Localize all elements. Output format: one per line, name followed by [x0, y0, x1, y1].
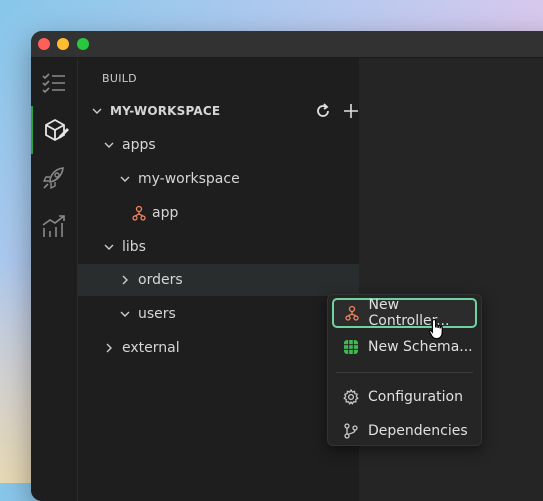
- tree-item-label: app: [152, 205, 179, 221]
- tree-item-my-workspace[interactable]: my-workspace: [78, 163, 398, 195]
- menu-separator: [336, 372, 473, 373]
- workspace-header[interactable]: MY-WORKSPACE: [78, 95, 370, 127]
- controller-icon: [344, 304, 361, 322]
- context-menu: New Controller... New Schema... Configur…: [327, 294, 482, 446]
- menu-item-new-schema[interactable]: New Schema...: [332, 332, 477, 362]
- chevron-down-icon: [120, 311, 130, 317]
- tree-item-apps[interactable]: apps: [78, 129, 382, 161]
- tree-item-label: libs: [122, 239, 146, 255]
- chevron-down-icon: [104, 142, 114, 148]
- section-title: BUILD: [102, 72, 137, 85]
- chevron-down-icon: [104, 244, 114, 250]
- add-icon[interactable]: [342, 102, 360, 120]
- chevron-right-icon: [122, 275, 128, 285]
- menu-item-label: Dependencies: [368, 423, 468, 439]
- tree-item-label: my-workspace: [138, 171, 240, 187]
- chevron-down-icon: [92, 108, 102, 114]
- refresh-icon[interactable]: [314, 102, 332, 120]
- tree-item-label: orders: [138, 272, 183, 288]
- menu-item-label: Configuration: [368, 389, 463, 405]
- title-bar: [31, 31, 543, 58]
- workspace-label: MY-WORKSPACE: [110, 104, 221, 118]
- maximize-window-button[interactable]: [77, 38, 89, 50]
- app-icon: [132, 205, 146, 221]
- menu-item-new-controller[interactable]: New Controller...: [332, 297, 477, 329]
- tree-item-libs[interactable]: libs: [78, 231, 382, 263]
- gear-icon: [342, 388, 360, 406]
- activity-deploy[interactable]: [31, 154, 77, 202]
- close-window-button[interactable]: [38, 38, 50, 50]
- minimize-window-button[interactable]: [57, 38, 69, 50]
- activity-build[interactable]: [31, 106, 79, 154]
- menu-item-configuration[interactable]: Configuration: [332, 382, 477, 412]
- rocket-icon: [42, 167, 64, 190]
- chevron-right-icon: [106, 343, 112, 353]
- tree-item-label: apps: [122, 137, 156, 153]
- tree-item-label: users: [138, 306, 176, 322]
- chevron-down-icon: [120, 176, 130, 182]
- workspace-actions: [314, 102, 360, 120]
- activity-bar: [31, 58, 78, 501]
- menu-item-dependencies[interactable]: Dependencies: [332, 416, 477, 446]
- tree-item-label: external: [122, 340, 180, 356]
- tree-item-orders[interactable]: orders: [78, 264, 398, 296]
- app-window: BUILD MY-WORKSPACE apps my-workspace app…: [31, 31, 543, 501]
- schematic-icon: [342, 338, 360, 356]
- menu-item-label: New Schema...: [368, 339, 473, 355]
- menu-item-label: New Controller...: [368, 297, 450, 329]
- dependencies-icon: [342, 422, 360, 440]
- chart-icon: [42, 215, 65, 237]
- activity-analytics[interactable]: [31, 202, 77, 250]
- hand-cursor-icon: [428, 318, 443, 340]
- build-icon: [45, 118, 69, 142]
- explorer-sidebar: BUILD MY-WORKSPACE apps my-workspace app…: [78, 58, 398, 501]
- activity-tasks[interactable]: [31, 58, 77, 106]
- tasks-icon: [42, 73, 65, 94]
